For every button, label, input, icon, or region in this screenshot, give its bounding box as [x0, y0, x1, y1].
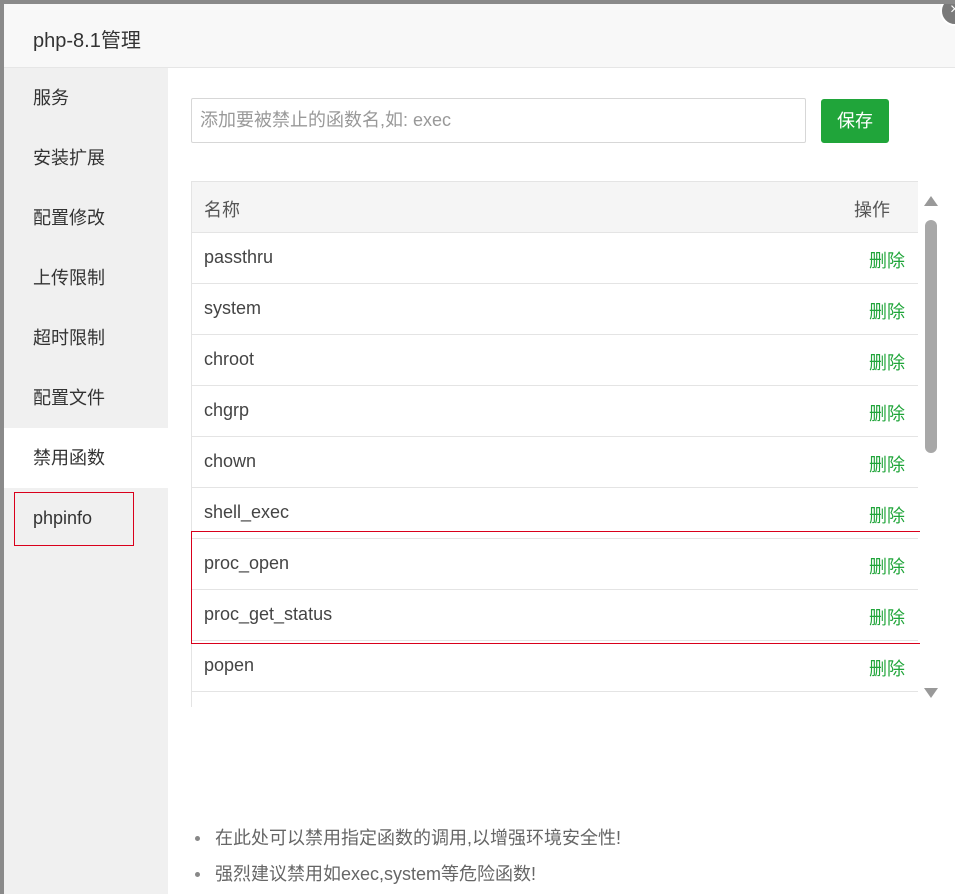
bullet-icon [195, 872, 200, 877]
table-row: proc_open 删除 [192, 539, 918, 590]
dialog-title: php-8.1管理 [33, 30, 141, 52]
table-row: shell_exec 删除 [192, 488, 918, 539]
table-row: chgrp 删除 [192, 386, 918, 437]
function-name-cell: chown [204, 451, 257, 471]
delete-link[interactable]: 删除 [869, 553, 905, 579]
delete-link[interactable]: 删除 [869, 451, 905, 477]
function-name-cell: proc_get_status [204, 604, 333, 624]
table-row: chown 删除 [192, 437, 918, 488]
function-name-cell: proc_open [204, 553, 290, 573]
column-header-action: 操作 [854, 200, 890, 220]
php-manager-dialog: php-8.1管理 × 服务 安装扩展 配置修改 上传限制 超时限制 配置文件 … [4, 4, 955, 894]
delete-link[interactable]: 删除 [869, 298, 905, 324]
tip-item: 在此处可以禁用指定函数的调用,以增强环境安全性! [191, 820, 621, 856]
table-row: proc_get_status 删除 [192, 590, 918, 641]
delete-link[interactable]: 删除 [869, 604, 905, 630]
table-row: chroot 删除 [192, 335, 918, 386]
tip-item: 强烈建议禁用如exec,system等危险函数! [191, 856, 621, 892]
save-button[interactable]: 保存 [821, 99, 889, 143]
tip-text: 强烈建议禁用如exec,system等危险函数! [215, 864, 537, 884]
sidebar: 服务 安装扩展 配置修改 上传限制 超时限制 配置文件 禁用函数 phpinfo [4, 68, 168, 894]
function-name-cell: passthru [204, 247, 274, 267]
delete-link[interactable]: 删除 [869, 400, 905, 426]
sidebar-item-config-file[interactable]: 配置文件 [4, 368, 168, 428]
disabled-functions-table: 名称 操作 passthru 删除 system 删除 chroot 删除 ch… [191, 181, 918, 707]
sidebar-item-phpinfo[interactable]: phpinfo [4, 488, 168, 548]
table-row-partial [192, 692, 918, 707]
function-name-cell: system [204, 298, 262, 318]
sidebar-item-disabled-functions[interactable]: 禁用函数 [4, 428, 168, 488]
function-name-cell: popen [204, 655, 255, 675]
sidebar-item-service[interactable]: 服务 [4, 68, 168, 128]
sidebar-item-upload-limit[interactable]: 上传限制 [4, 248, 168, 308]
scrollbar-thumb[interactable] [925, 220, 937, 453]
scroll-up-arrow-icon[interactable] [924, 196, 938, 206]
sidebar-item-install-extension[interactable]: 安装扩展 [4, 128, 168, 188]
table-row: system 删除 [192, 284, 918, 335]
delete-link[interactable]: 删除 [869, 349, 905, 375]
sidebar-item-timeout-limit[interactable]: 超时限制 [4, 308, 168, 368]
function-name-cell: shell_exec [204, 502, 290, 522]
delete-link[interactable]: 删除 [869, 247, 905, 273]
table-row: popen 删除 [192, 641, 918, 692]
scroll-down-arrow-icon[interactable] [924, 688, 938, 698]
tip-text: 在此处可以禁用指定函数的调用,以增强环境安全性! [215, 828, 621, 848]
function-name-input[interactable] [191, 98, 806, 143]
table-header: 名称 操作 [192, 182, 918, 233]
function-name-cell: chroot [204, 349, 255, 369]
delete-link[interactable]: 删除 [869, 655, 905, 681]
tips-list: 在此处可以禁用指定函数的调用,以增强环境安全性! 强烈建议禁用如exec,sys… [191, 820, 621, 892]
column-header-name: 名称 [204, 200, 240, 220]
delete-link[interactable]: 删除 [869, 502, 905, 528]
dialog-title-bar: php-8.1管理 [4, 4, 955, 68]
bullet-icon [195, 836, 200, 841]
function-name-cell: chgrp [204, 400, 250, 420]
main-content: 保存 名称 操作 passthru 删除 system 删除 chroot 删除… [168, 68, 955, 894]
table-scrollbar[interactable] [920, 193, 940, 705]
sidebar-item-config-modify[interactable]: 配置修改 [4, 188, 168, 248]
table-row: passthru 删除 [192, 233, 918, 284]
